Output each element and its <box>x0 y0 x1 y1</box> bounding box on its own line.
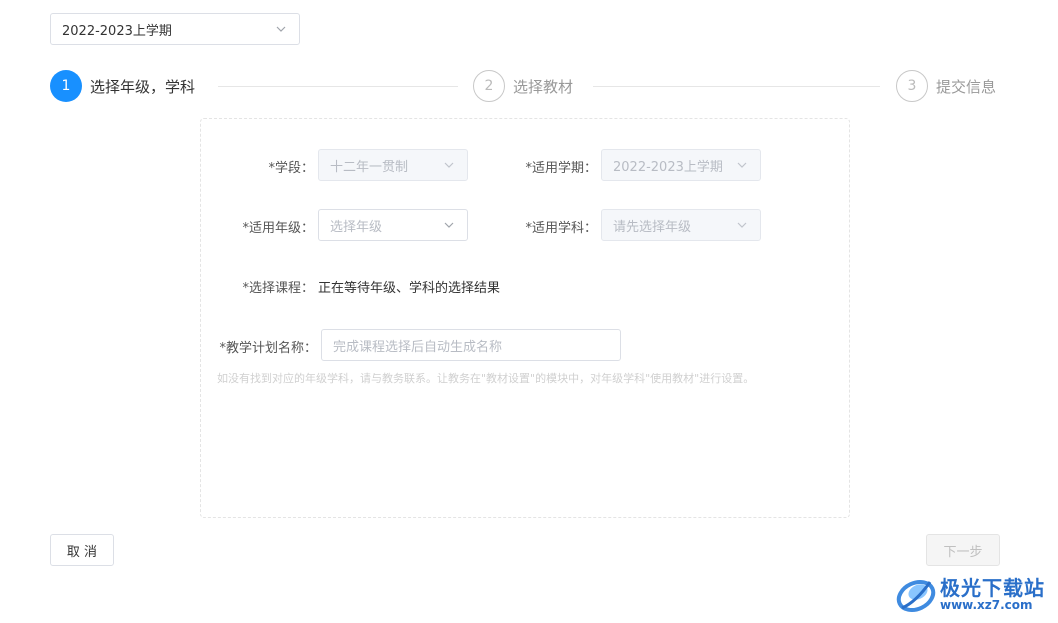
chevron-down-icon <box>737 162 747 168</box>
step-connector-2 <box>593 86 880 87</box>
term-label: *适用学期： <box>525 161 597 176</box>
step-3-indicator: 3 <box>896 70 928 102</box>
step-2-indicator: 2 <box>473 70 505 102</box>
watermark-url: www.xz7.com <box>940 598 1033 612</box>
subject-select-placeholder: 请先选择年级 <box>613 219 692 235</box>
term-select[interactable]: 2022-2023上学期 <box>50 13 300 45</box>
next-step-button-label: 下一步 <box>943 544 983 560</box>
step-1-indicator: 1 <box>50 70 82 102</box>
grade-select-placeholder: 选择年级 <box>330 219 383 235</box>
chevron-down-icon <box>276 26 286 32</box>
cancel-button[interactable]: 取 消 <box>50 534 114 566</box>
plan-name-input[interactable]: 完成课程选择后自动生成名称 <box>321 329 621 361</box>
chevron-down-icon <box>444 162 454 168</box>
stage-select-value: 十二年一贯制 <box>330 159 409 175</box>
grade-label: *适用年级： <box>242 221 314 236</box>
term-select-value: 2022-2023上学期 <box>62 23 172 39</box>
applicable-term-select[interactable]: 2022-2023上学期 <box>601 149 761 181</box>
step-connector-1 <box>218 86 458 87</box>
step-1-label: 选择年级，学科 <box>90 78 196 96</box>
applicable-term-value: 2022-2023上学期 <box>613 159 723 175</box>
cancel-button-label: 取 消 <box>66 544 98 560</box>
grade-select[interactable]: 选择年级 <box>318 209 468 241</box>
course-label: *选择课程： <box>242 281 314 296</box>
watermark-name: 极光下载站 <box>940 576 1045 600</box>
chevron-down-icon <box>444 222 454 228</box>
step-2-label: 选择教材 <box>513 78 574 96</box>
subject-select[interactable]: 请先选择年级 <box>601 209 761 241</box>
subject-label: *适用学科： <box>525 221 597 236</box>
plan-name-placeholder: 完成课程选择后自动生成名称 <box>333 339 503 355</box>
step-3-label: 提交信息 <box>936 78 997 96</box>
stage-label: *学段： <box>268 161 314 176</box>
stage-select[interactable]: 十二年一贯制 <box>318 149 468 181</box>
next-step-button[interactable]: 下一步 <box>926 534 1000 566</box>
watermark: 极光下载站 www.xz7.com <box>896 570 1054 618</box>
course-status-text: 正在等待年级、学科的选择结果 <box>318 281 501 296</box>
chevron-down-icon <box>737 222 747 228</box>
aurora-logo-icon <box>896 579 936 613</box>
plan-name-label: *教学计划名称： <box>219 341 317 356</box>
help-hint-text: 如没有找到对应的年级学科，请与教务联系。让教务在"教材设置"的模块中，对年级学科… <box>217 372 755 385</box>
